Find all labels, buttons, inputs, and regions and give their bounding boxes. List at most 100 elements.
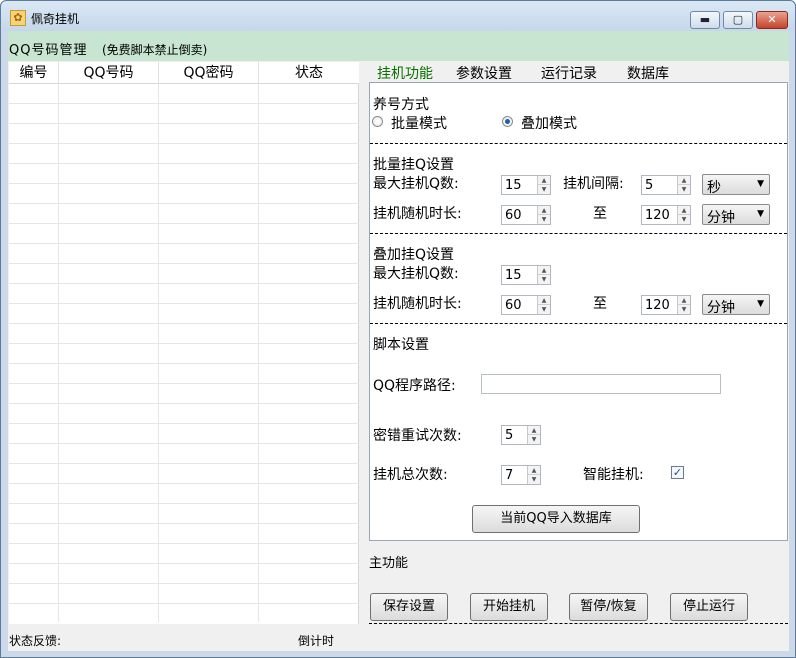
save-settings-button[interactable]: 保存设置: [370, 593, 448, 621]
spin-up-icon[interactable]: ▲: [528, 466, 540, 475]
status-feedback-label: 状态反馈:: [9, 634, 62, 648]
tab-params[interactable]: 参数设置: [456, 63, 512, 83]
batch-max-value: 15: [505, 178, 522, 193]
qq-manage-header: QQ号码管理 (免费脚本禁止倒卖): [8, 31, 789, 61]
qq-manage-title: QQ号码管理: [9, 43, 88, 58]
spin-up-icon[interactable]: ▲: [538, 266, 550, 275]
stack-mode-label[interactable]: 叠加模式: [521, 113, 577, 133]
import-database-button[interactable]: 当前QQ导入数据库: [472, 505, 640, 533]
spin-down-icon[interactable]: ▼: [678, 185, 690, 194]
tab-database[interactable]: 数据库: [627, 63, 669, 83]
batch-max-stepper[interactable]: 15 ▲ ▼: [501, 175, 551, 195]
qq-manage-note: (免费脚本禁止倒卖): [102, 43, 208, 57]
batch-duration-min: 60: [505, 208, 522, 223]
column-header-qq[interactable]: QQ号码: [59, 62, 159, 84]
qq-path-input[interactable]: [481, 374, 721, 394]
divider: [370, 323, 787, 324]
divider: [370, 233, 787, 234]
table-body[interactable]: [9, 84, 359, 622]
window-title: 佩奇挂机: [31, 12, 80, 26]
chevron-down-icon: ▼: [757, 299, 764, 309]
divider: [370, 143, 787, 144]
maximize-button[interactable]: ▢: [723, 11, 753, 29]
stack-settings-title: 叠加挂Q设置: [373, 247, 455, 263]
smart-hangup-checkbox[interactable]: ✓: [671, 466, 684, 479]
retry-stepper[interactable]: 5 ▲ ▼: [501, 425, 541, 445]
batch-duration-unit-select[interactable]: 分钟 ▼: [702, 204, 770, 226]
spin-down-icon[interactable]: ▼: [538, 215, 550, 224]
spin-up-icon[interactable]: ▲: [678, 296, 690, 305]
total-runs-stepper[interactable]: 7 ▲ ▼: [501, 465, 541, 485]
batch-interval-stepper[interactable]: 5 ▲ ▼: [641, 175, 691, 195]
spin-down-icon[interactable]: ▼: [678, 215, 690, 224]
qq-account-table[interactable]: 编号 QQ号码 QQ密码 状态: [9, 62, 359, 624]
batch-settings-title: 批量挂Q设置: [373, 157, 455, 173]
retry-label: 密错重试次数:: [373, 428, 462, 444]
retry-value: 5: [505, 428, 514, 443]
chevron-down-icon: ▼: [757, 179, 764, 189]
spin-down-icon[interactable]: ▼: [528, 435, 540, 444]
batch-duration-label: 挂机随机时长:: [373, 206, 462, 222]
stack-duration-max-stepper[interactable]: 120 ▲ ▼: [641, 295, 691, 315]
spin-down-icon[interactable]: ▼: [538, 185, 550, 194]
batch-duration-min-stepper[interactable]: 60 ▲ ▼: [501, 205, 551, 225]
stack-duration-label: 挂机随机时长:: [373, 296, 462, 312]
start-hangup-button[interactable]: 开始挂机: [470, 593, 548, 621]
spin-up-icon[interactable]: ▲: [678, 176, 690, 185]
column-header-password[interactable]: QQ密码: [159, 62, 259, 84]
batch-interval-value: 5: [645, 178, 654, 193]
tab-hangup[interactable]: 挂机功能: [377, 63, 433, 83]
pause-resume-button[interactable]: 暂停/恢复: [569, 593, 648, 621]
qq-path-label: QQ程序路径:: [373, 378, 456, 394]
batch-interval-unit: 秒: [707, 180, 721, 196]
title-bar[interactable]: ✿ 佩奇挂机 ▬ ▢ ✕: [1, 1, 795, 31]
stack-duration-min-stepper[interactable]: 60 ▲ ▼: [501, 295, 551, 315]
smart-hangup-label: 智能挂机:: [583, 467, 644, 483]
spin-up-icon[interactable]: ▲: [538, 296, 550, 305]
batch-duration-unit: 分钟: [707, 210, 735, 226]
batch-mode-label[interactable]: 批量模式: [391, 113, 447, 133]
stack-max-stepper[interactable]: 15 ▲ ▼: [501, 265, 551, 285]
minimize-button[interactable]: ▬: [690, 11, 720, 29]
spin-up-icon[interactable]: ▲: [678, 206, 690, 215]
stack-max-label: 最大挂机Q数:: [373, 266, 459, 282]
batch-duration-max-stepper[interactable]: 120 ▲ ▼: [641, 205, 691, 225]
countdown-label: 倒计时: [298, 634, 335, 648]
spin-down-icon[interactable]: ▼: [538, 305, 550, 314]
stack-mode-radio[interactable]: [502, 116, 513, 127]
column-header-id[interactable]: 编号: [9, 62, 59, 84]
app-icon: ✿: [10, 10, 26, 26]
table-header: 编号 QQ号码 QQ密码 状态: [9, 62, 359, 84]
spin-up-icon[interactable]: ▲: [538, 206, 550, 215]
batch-interval-label: 挂机间隔:: [563, 176, 624, 192]
stack-duration-unit-select[interactable]: 分钟 ▼: [702, 294, 770, 316]
client-area: QQ号码管理 (免费脚本禁止倒卖) 编号 QQ号码 QQ密码 状态 挂机功能 参…: [8, 31, 789, 651]
batch-mode-radio[interactable]: [372, 116, 383, 127]
spin-up-icon[interactable]: ▲: [528, 426, 540, 435]
spin-down-icon[interactable]: ▼: [528, 475, 540, 484]
stack-to-label: 至: [593, 296, 607, 312]
spin-down-icon[interactable]: ▼: [538, 275, 550, 284]
stack-duration-min: 60: [505, 298, 522, 313]
tab-strip: 挂机功能 参数设置 运行记录 数据库: [370, 61, 788, 83]
total-runs-label: 挂机总次数:: [373, 467, 448, 483]
main-window: ✿ 佩奇挂机 ▬ ▢ ✕ QQ号码管理 (免费脚本禁止倒卖) 编号 QQ号码 Q…: [0, 0, 796, 658]
hangup-panel: 养号方式 批量模式 叠加模式 批量挂Q设置 最大挂机Q数: 15 ▲ ▼ 挂机间隔…: [369, 82, 788, 541]
status-bar: 状态反馈: 倒计时: [8, 629, 789, 651]
close-button[interactable]: ✕: [756, 11, 788, 29]
mode-title: 养号方式: [373, 97, 429, 113]
stack-duration-unit: 分钟: [707, 300, 735, 316]
column-header-status[interactable]: 状态: [259, 62, 359, 84]
chevron-down-icon: ▼: [757, 209, 764, 219]
batch-to-label: 至: [593, 206, 607, 222]
total-runs-value: 7: [505, 468, 514, 483]
stack-max-value: 15: [505, 268, 522, 283]
divider: [369, 623, 788, 624]
spin-up-icon[interactable]: ▲: [538, 176, 550, 185]
stack-duration-max: 120: [645, 298, 670, 313]
spin-down-icon[interactable]: ▼: [678, 305, 690, 314]
batch-interval-unit-select[interactable]: 秒 ▼: [702, 174, 770, 196]
batch-duration-max: 120: [645, 208, 670, 223]
stop-button[interactable]: 停止运行: [670, 593, 748, 621]
tab-logs[interactable]: 运行记录: [541, 63, 597, 83]
